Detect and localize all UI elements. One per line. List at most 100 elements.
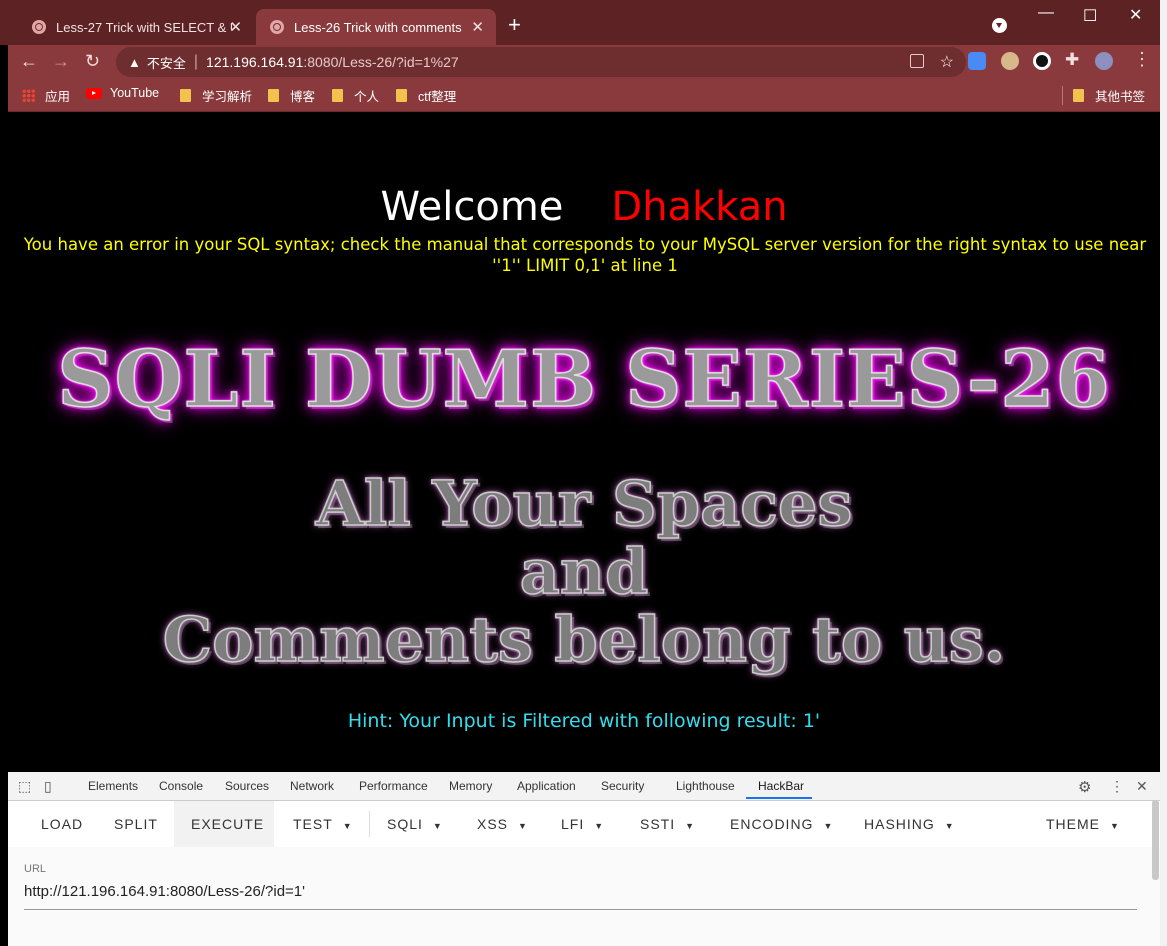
devtools-tab-security[interactable]: Security xyxy=(601,779,644,793)
xss-label: XSS xyxy=(477,816,509,832)
url-path: :8080/Less-26/?id=1%27 xyxy=(303,54,459,70)
globe-icon xyxy=(270,20,284,34)
caret-down-icon: ▼ xyxy=(342,821,353,831)
profile-avatar[interactable] xyxy=(1095,52,1113,70)
devtools-tab-elements[interactable]: Elements xyxy=(88,779,138,793)
browser-toolbar: ← → ↻ ▲ 不安全 | 121.196.164.91 :8080/Less-… xyxy=(8,45,1160,79)
folder-icon xyxy=(396,89,407,102)
devtools-panel: ⬚ ▯ Elements Console Sources Network Per… xyxy=(8,772,1160,946)
close-devtools-icon[interactable]: ✕ xyxy=(1136,778,1148,795)
forward-icon[interactable]: → xyxy=(52,51,70,72)
xss-dropdown[interactable]: XSS ▼ xyxy=(477,816,528,832)
devtools-scrollbar[interactable] xyxy=(1152,800,1159,880)
active-tab-indicator xyxy=(746,797,812,799)
url-host: 121.196.164.91 xyxy=(206,54,304,70)
tab-title: Less-26 Trick with comments xyxy=(294,19,462,35)
hashing-dropdown[interactable]: HASHING ▼ xyxy=(864,816,955,832)
address-divider: | xyxy=(193,53,199,70)
tab-less-26[interactable]: Less-26 Trick with comments ✕ xyxy=(256,9,496,45)
caret-down-icon: ▼ xyxy=(823,821,834,831)
tagline-image: All Your Spaces and Comments belong to u… xyxy=(8,467,1160,676)
security-label: 不安全 xyxy=(146,55,186,71)
apps-icon xyxy=(22,89,35,102)
execute-button[interactable]: EXECUTE xyxy=(174,801,274,847)
bookmark-folder-study[interactable]: 学习解析 xyxy=(180,86,252,105)
hackbar-toolbar: LOAD SPLIT EXECUTE TEST ▼ SQLI ▼ XSS ▼ LFI ▼… xyxy=(8,801,1160,847)
caret-down-icon: ▼ xyxy=(944,821,955,831)
bookmark-youtube[interactable]: YouTube xyxy=(86,86,159,100)
url-input-underline xyxy=(24,909,1137,910)
lfi-dropdown[interactable]: LFI ▼ xyxy=(561,816,604,832)
devtools-tab-memory[interactable]: Memory xyxy=(449,779,492,793)
tagline-line-3: Comments belong to us. xyxy=(162,603,1006,676)
close-tab-icon[interactable]: ✕ xyxy=(471,18,484,36)
bookmark-other[interactable]: 其他书签 xyxy=(1062,86,1145,105)
translate-icon[interactable] xyxy=(910,54,924,68)
background-window-edge xyxy=(1160,0,1167,946)
bookmark-star-icon[interactable]: ☆ xyxy=(940,52,954,72)
ssti-label: SSTI xyxy=(640,816,676,832)
close-window-icon[interactable]: ✕ xyxy=(1129,5,1142,25)
close-tab-icon[interactable]: ✕ xyxy=(229,18,242,36)
ssti-dropdown[interactable]: SSTI ▼ xyxy=(640,816,695,832)
settings-gear-icon[interactable]: ⚙ xyxy=(1078,778,1091,796)
reload-icon[interactable]: ↻ xyxy=(85,51,100,72)
url-input[interactable]: http://121.196.164.91:8080/Less-26/?id=1… xyxy=(24,883,305,900)
test-label: TEST xyxy=(293,816,333,832)
theme-dropdown[interactable]: THEME ▼ xyxy=(1046,816,1120,832)
bookmark-folder-personal[interactable]: 个人 xyxy=(332,86,379,105)
bookmark-folder-blog[interactable]: 博客 xyxy=(268,86,315,105)
folder-icon xyxy=(268,89,279,102)
device-toolbar-icon[interactable]: ▯ xyxy=(44,778,52,795)
circle-extension-icon[interactable] xyxy=(1033,52,1051,70)
new-tab-icon[interactable]: + xyxy=(508,12,521,38)
caret-down-icon: ▼ xyxy=(594,821,605,831)
devtools-tab-network[interactable]: Network xyxy=(290,779,334,793)
devtools-tab-performance[interactable]: Performance xyxy=(359,779,428,793)
bookmark-label: 应用 xyxy=(45,90,71,104)
devtools-tab-hackbar[interactable]: HackBar xyxy=(758,779,804,793)
devtools-tab-sources[interactable]: Sources xyxy=(225,779,269,793)
folder-icon xyxy=(180,89,191,102)
extensions-puzzle-icon[interactable]: ✚ xyxy=(1065,50,1079,70)
execute-label: EXECUTE xyxy=(191,816,265,832)
google-translate-extension-icon[interactable] xyxy=(968,52,986,70)
tab-title: Less-27 Trick with SELECT & UNION xyxy=(56,19,232,35)
bookmark-apps[interactable]: 应用 xyxy=(22,86,70,105)
page-content: Welcome Dhakkan You have an error in your… xyxy=(8,112,1160,772)
lfi-label: LFI xyxy=(561,816,585,832)
bookmark-label: 个人 xyxy=(354,90,380,104)
load-button[interactable]: LOAD xyxy=(41,816,83,832)
filter-hint: Hint: Your Input is Filtered with follow… xyxy=(347,710,821,732)
tab-less-27[interactable]: Less-27 Trick with SELECT & UNION ✕ xyxy=(18,9,254,45)
tagline-line-1: All Your Spaces xyxy=(315,467,853,540)
tab-search-icon[interactable] xyxy=(992,18,1007,33)
inspect-element-icon[interactable]: ⬚ xyxy=(18,778,31,795)
owl-extension-icon[interactable] xyxy=(1001,52,1019,70)
youtube-icon xyxy=(86,87,102,99)
address-bar[interactable]: ▲ 不安全 | 121.196.164.91 :8080/Less-26/?id… xyxy=(116,47,966,77)
devtools-tab-application[interactable]: Application xyxy=(517,779,576,793)
welcome-heading: Welcome Dhakkan xyxy=(8,184,1160,230)
tab-strip: Less-27 Trick with SELECT & UNION ✕ Less… xyxy=(0,0,1160,45)
devtools-tab-lighthouse[interactable]: Lighthouse xyxy=(676,779,735,793)
devtools-tab-console[interactable]: Console xyxy=(159,779,203,793)
sqli-label: SQLI xyxy=(387,816,423,832)
split-button[interactable]: SPLIT xyxy=(114,816,158,832)
series-title-image: SQLI DUMB SERIES-26 xyxy=(57,333,1111,426)
menu-kebab-icon[interactable]: ⋮ xyxy=(1133,49,1151,70)
encoding-label: ENCODING xyxy=(730,816,814,832)
devtools-menu-icon[interactable]: ⋮ xyxy=(1110,778,1124,795)
minimize-icon[interactable]: — xyxy=(1038,4,1054,22)
warning-icon[interactable]: ▲ xyxy=(128,55,141,70)
bookmark-folder-ctf[interactable]: ctf整理 xyxy=(396,86,456,105)
test-dropdown[interactable]: TEST ▼ xyxy=(293,816,353,832)
encoding-dropdown[interactable]: ENCODING ▼ xyxy=(730,816,833,832)
folder-icon xyxy=(332,89,343,102)
back-icon[interactable]: ← xyxy=(20,51,38,72)
tagline-line-2: and xyxy=(519,535,649,608)
maximize-icon[interactable]: ☐ xyxy=(1083,6,1097,26)
browser-window: Less-27 Trick with SELECT & UNION ✕ Less… xyxy=(0,0,1160,946)
sqli-dropdown[interactable]: SQLI ▼ xyxy=(387,816,443,832)
globe-icon xyxy=(32,20,46,34)
